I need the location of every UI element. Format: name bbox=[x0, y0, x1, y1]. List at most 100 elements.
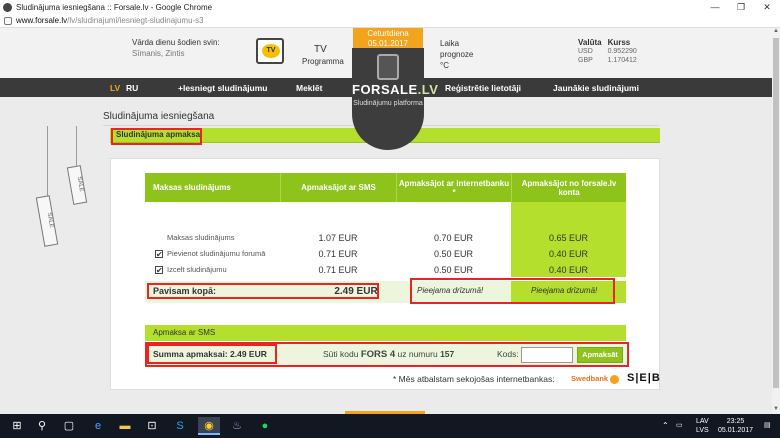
url-path: /lv/sludinajumi/iesniegt-sludinajumu-s3 bbox=[67, 16, 204, 25]
price-table-header: Maksas sludinājums Apmaksājot ar SMS Apm… bbox=[145, 173, 626, 202]
nav-registered-users[interactable]: Reģistrētie lietotāji bbox=[445, 83, 521, 93]
taskbar: ⊞ ⚲ ▢ e ▬ ⊡ S ◉ ♨ ● ⌃ ▭ LAV LVS 23:25 05.0… bbox=[0, 414, 780, 438]
lang-lv-link[interactable]: LV bbox=[110, 83, 120, 93]
table-row: ✔ Izcelt sludinājumu 0.71 EUR 0.50 EUR 0… bbox=[145, 262, 626, 278]
rate-col-label: Kurss bbox=[607, 38, 631, 47]
tray-chevron-icon[interactable]: ⌃ bbox=[662, 421, 669, 430]
currency-rate: 0.952290 bbox=[607, 48, 637, 55]
date-tab: Ceturtdiena 05.01.2017 bbox=[353, 28, 423, 50]
page-viewport: Vārda dienu šodien svin: Sīmanis, Zintis… bbox=[0, 28, 772, 414]
task-view-icon[interactable]: ▢ bbox=[58, 417, 80, 435]
nav-search[interactable]: Meklēt bbox=[296, 83, 322, 93]
highlight-box bbox=[147, 283, 379, 299]
seb-logo[interactable]: S|E|B bbox=[627, 372, 661, 384]
clock[interactable]: 23:25 05.01.2017 bbox=[718, 417, 753, 435]
price-bank: 0.50 EUR bbox=[433, 249, 474, 259]
page-info-icon[interactable] bbox=[4, 16, 12, 25]
swedbank-label: Swedbank bbox=[571, 374, 609, 383]
maximize-icon[interactable]: ❐ bbox=[728, 0, 754, 14]
nameday-title: Vārda dienu šodien svin: bbox=[132, 38, 220, 47]
sms-section-header: Apmaksa ar SMS bbox=[145, 325, 626, 341]
currency-code: GBP bbox=[578, 57, 593, 64]
weather-temp: °C bbox=[440, 61, 449, 70]
logo-subtitle: Sludinājumu platforma bbox=[353, 100, 423, 107]
url-host: www.forsale.lv bbox=[16, 16, 68, 25]
swedbank-logo[interactable]: Swedbank bbox=[571, 374, 620, 384]
price-account: 0.40 EUR bbox=[548, 249, 589, 259]
forum-checkbox[interactable]: ✔ bbox=[155, 250, 163, 259]
highlight-checkbox[interactable]: ✔ bbox=[155, 266, 163, 275]
col-header-item: Maksas sludinājums bbox=[153, 183, 231, 192]
weather-label: Laika bbox=[440, 39, 460, 48]
currency-code: USD bbox=[578, 48, 593, 55]
network-icon[interactable]: ▭ bbox=[676, 421, 683, 430]
clock-date: 05.01.2017 bbox=[718, 427, 754, 434]
row-label: Izcelt sludinājumu bbox=[167, 265, 227, 274]
nameday-names: Sīmanis, Zintis bbox=[132, 49, 185, 58]
window-title: Sludinājuma iesniegšana :: Forsale.lv - … bbox=[16, 2, 213, 12]
nameday-widget: Vārda dienu šodien svin: Sīmanis, Zintis bbox=[132, 38, 220, 58]
chrome-icon[interactable]: ◉ bbox=[198, 417, 220, 435]
currency-col-label: Valūta bbox=[578, 38, 602, 47]
highlight-box bbox=[145, 342, 629, 367]
logo-icon bbox=[377, 54, 399, 80]
site-favicon-icon bbox=[3, 2, 12, 12]
tag-string bbox=[76, 126, 77, 168]
spotify-icon[interactable]: ● bbox=[254, 417, 276, 435]
nav-newest-ads[interactable]: Jaunākie sludinājumi bbox=[553, 83, 639, 93]
row-label: Maksas sludinājums bbox=[167, 233, 235, 242]
table-row: ✔ Pievienot sludinājumu forumā 0.71 EUR … bbox=[145, 246, 626, 262]
sale-tag-icon: SALE bbox=[66, 165, 88, 205]
col-header-account: Apmaksājot no forsale.lv konta bbox=[511, 173, 626, 202]
weather-label-2: prognoze bbox=[440, 50, 474, 59]
address-bar[interactable]: www.forsale.lv/lv/sludinajumi/iesniegt-s… bbox=[0, 14, 780, 28]
edge-icon[interactable]: e bbox=[87, 417, 109, 435]
tv-title: TV bbox=[314, 44, 327, 55]
window-titlebar: Sludinājuma iesniegšana :: Forsale.lv - … bbox=[0, 0, 780, 14]
highlight-box bbox=[410, 278, 615, 304]
tag-string bbox=[47, 126, 48, 196]
price-account: 0.40 EUR bbox=[548, 265, 589, 275]
logo-tld: .LV bbox=[417, 82, 439, 97]
swedbank-icon bbox=[610, 374, 620, 384]
tv-program-link[interactable]: TV TV Programma bbox=[256, 34, 344, 74]
store-icon[interactable]: ⊡ bbox=[141, 417, 163, 435]
scroll-down-icon[interactable]: ▼ bbox=[772, 406, 780, 414]
col-header-bank: Apmaksājot ar internetbanku * bbox=[396, 173, 511, 202]
clock-time: 23:25 bbox=[726, 418, 745, 425]
nav-submit-ad[interactable]: +Iesniegt sludinājumu bbox=[178, 83, 268, 93]
currency-widget: Valūta Kurss USD 0.952290 GBP 1.170412 bbox=[576, 38, 641, 65]
search-icon[interactable]: ⚲ bbox=[31, 417, 53, 435]
row-label: Pievienot sludinājumu forumā bbox=[167, 249, 266, 258]
scroll-up-icon[interactable]: ▲ bbox=[772, 28, 780, 36]
highlight-box bbox=[111, 128, 202, 145]
skype-icon[interactable]: S bbox=[169, 417, 191, 435]
col-header-sms: Apmaksājot ar SMS bbox=[280, 173, 396, 202]
sale-tag-icon: SALE bbox=[35, 195, 59, 247]
lang-code: LAV bbox=[696, 418, 709, 425]
steam-icon[interactable]: ♨ bbox=[226, 417, 248, 435]
lang-ru-link[interactable]: RU bbox=[126, 83, 138, 93]
minimize-icon[interactable]: — bbox=[702, 0, 728, 14]
price-account: 0.65 EUR bbox=[548, 233, 589, 243]
site-logo[interactable]: FORSALE.LV Sludinājumu platforma bbox=[352, 48, 438, 150]
scrollbar-thumb[interactable] bbox=[773, 38, 779, 388]
keyboard-layout[interactable]: LAV LVS bbox=[696, 417, 709, 435]
windows-start-icon[interactable]: ⊞ bbox=[6, 417, 28, 435]
price-sms: 1.07 EUR bbox=[318, 233, 358, 243]
date-day: Ceturtdiena bbox=[367, 29, 409, 38]
tv-subtitle: Programma bbox=[302, 57, 344, 66]
scrollbar[interactable]: ▲ ▼ bbox=[772, 28, 780, 414]
price-sms: 0.71 EUR bbox=[318, 249, 358, 259]
lang-code-2: LVS bbox=[696, 427, 709, 434]
price-bank: 0.50 EUR bbox=[433, 265, 474, 275]
price-bank: 0.70 EUR bbox=[433, 233, 474, 243]
file-explorer-icon[interactable]: ▬ bbox=[114, 417, 136, 435]
weather-widget[interactable]: Laika prognoze °C bbox=[440, 38, 473, 71]
table-row: Maksas sludinājums 1.07 EUR 0.70 EUR 0.6… bbox=[145, 230, 626, 246]
notifications-icon[interactable]: ▤ bbox=[764, 421, 771, 430]
bank-note: * Mēs atbalstam sekojošas internetbankas… bbox=[393, 374, 555, 384]
close-icon[interactable]: ✕ bbox=[754, 0, 780, 14]
logo-text: FORSALE bbox=[352, 82, 418, 97]
currency-rate: 1.170412 bbox=[607, 57, 637, 64]
